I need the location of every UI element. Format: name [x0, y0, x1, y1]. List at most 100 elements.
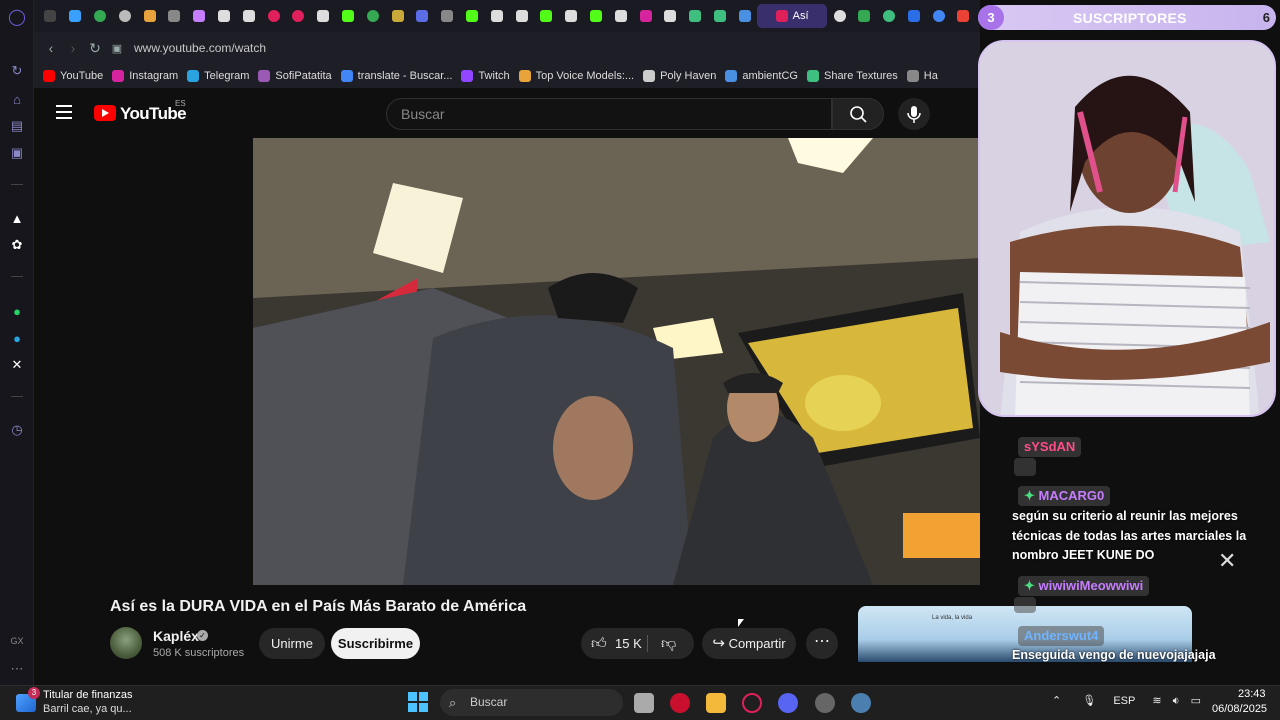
settings-gear-icon[interactable] — [851, 693, 871, 713]
tab-icon[interactable] — [827, 4, 852, 28]
tab-icon[interactable] — [658, 4, 683, 28]
news-title[interactable]: Titular de finanzas — [43, 689, 132, 701]
bookmark-item[interactable]: YouTube — [43, 70, 103, 82]
reload-icon[interactable]: ↻ — [84, 40, 106, 57]
like-count[interactable]: 15 K — [615, 628, 642, 659]
more-actions-button[interactable]: ⋯ — [806, 628, 838, 659]
hamburger-menu-icon[interactable] — [56, 105, 72, 119]
language-indicator[interactable]: ESP — [1113, 695, 1135, 707]
aria-ai-icon[interactable]: ▲ — [8, 209, 26, 227]
history-icon[interactable]: ◷ — [8, 421, 26, 439]
tab-icon[interactable] — [926, 4, 951, 28]
tab-icon[interactable] — [63, 4, 88, 28]
clock-time[interactable]: 23:43 — [1238, 688, 1266, 700]
tab-icon[interactable] — [534, 4, 559, 28]
bookmark-item[interactable]: SofiPatatita — [258, 70, 332, 82]
tab-icon[interactable] — [212, 4, 237, 28]
tab-active-youtube[interactable]: Así — [757, 4, 828, 28]
discord-icon[interactable] — [778, 693, 798, 713]
tab-icon[interactable] — [852, 4, 877, 28]
x-twitter-icon[interactable]: ✕ — [8, 356, 26, 374]
tab-icon[interactable] — [286, 4, 311, 28]
lock-icon: ▣ — [111, 42, 123, 55]
opera-gx-icon[interactable] — [742, 693, 762, 713]
tab-icon[interactable] — [410, 4, 435, 28]
bookmark-item[interactable]: Poly Haven — [643, 70, 716, 82]
tab-icon[interactable] — [509, 4, 534, 28]
chatgpt-icon[interactable]: ✿ — [8, 236, 26, 254]
search-button[interactable] — [832, 98, 884, 130]
video-player[interactable] — [253, 138, 980, 585]
refresh-circle-icon[interactable]: ↻ — [8, 62, 26, 80]
tab-icon[interactable] — [732, 4, 757, 28]
windows-start-icon[interactable] — [408, 692, 428, 712]
youtube-logo-icon[interactable] — [94, 105, 116, 121]
bookmark-item[interactable]: Ha — [906, 70, 938, 82]
app-icon[interactable] — [815, 693, 835, 713]
tab-icon[interactable] — [385, 4, 410, 28]
opera-icon[interactable] — [670, 693, 690, 713]
tab-icon[interactable] — [902, 4, 927, 28]
bookmark-item[interactable]: Twitch — [461, 70, 510, 82]
voice-search-button[interactable] — [898, 98, 930, 130]
tab-icon[interactable] — [951, 4, 976, 28]
tab-icon[interactable] — [137, 4, 162, 28]
bookmark-item[interactable]: Top Voice Models:... — [518, 70, 634, 82]
tab-icon[interactable] — [633, 4, 658, 28]
wifi-icon[interactable]: ≋ — [1152, 695, 1161, 707]
subscribe-button[interactable]: Suscribirme — [331, 628, 420, 659]
join-button[interactable]: Unirme — [259, 628, 325, 659]
tab-icon[interactable] — [584, 4, 609, 28]
tab-icon[interactable] — [460, 4, 485, 28]
tab-icon[interactable] — [608, 4, 633, 28]
tab-icon[interactable] — [360, 4, 385, 28]
gx-icon[interactable]: GX — [8, 632, 26, 650]
share-button[interactable]: ↪ Compartir — [702, 628, 796, 659]
tab-icon[interactable] — [88, 4, 113, 28]
tab-icon[interactable] — [38, 4, 63, 28]
tab-icon[interactable] — [261, 4, 286, 28]
tab-icon[interactable] — [162, 4, 187, 28]
channel-avatar[interactable] — [110, 627, 142, 659]
tab-icon[interactable] — [236, 4, 261, 28]
forward-icon[interactable]: › — [62, 40, 84, 56]
microphone-icon[interactable]: 🎙︎ — [1082, 695, 1096, 707]
tab-icon[interactable] — [435, 4, 460, 28]
battery-icon[interactable]: ▭ — [1191, 695, 1201, 707]
tab-icon[interactable] — [708, 4, 733, 28]
tab-icon[interactable] — [187, 4, 212, 28]
tab-icon[interactable] — [311, 4, 336, 28]
tab-icon[interactable] — [559, 4, 584, 28]
tab-icon[interactable] — [336, 4, 361, 28]
tab-icon[interactable] — [877, 4, 902, 28]
tab-icon[interactable] — [484, 4, 509, 28]
bookmark-item[interactable]: Telegram — [187, 70, 249, 82]
tab-icon[interactable] — [683, 4, 708, 28]
task-view-icon[interactable] — [634, 693, 654, 713]
url-field[interactable]: www.youtube.com/watch — [134, 41, 266, 55]
bag-icon[interactable]: ⌂ — [8, 90, 26, 108]
telegram-icon[interactable]: ● — [8, 329, 26, 347]
thumbs-up-icon[interactable]: 👍︎ — [591, 628, 607, 659]
opera-logo-icon[interactable]: ◯ — [8, 8, 26, 26]
twitch-icon[interactable]: ▤ — [8, 117, 26, 135]
bookmark-item[interactable]: translate - Buscar... — [340, 70, 452, 82]
file-explorer-icon[interactable] — [706, 693, 726, 713]
thumbs-down-icon[interactable]: 👎︎ — [661, 628, 676, 659]
more-dots-icon[interactable]: ⋯ — [8, 660, 26, 678]
volume-icon[interactable]: 🔉︎ — [1173, 695, 1180, 707]
tab-icon[interactable] — [112, 4, 137, 28]
whatsapp-icon[interactable]: ● — [8, 302, 26, 320]
news-subtitle[interactable]: Barril cae, ya qu... — [43, 703, 132, 715]
clock-date[interactable]: 06/08/2025 — [1212, 703, 1267, 715]
search-input[interactable]: Buscar — [386, 98, 832, 130]
messenger-icon[interactable]: ▣ — [8, 144, 26, 162]
back-icon[interactable]: ‹ — [40, 40, 62, 56]
taskbar-search[interactable]: ⌕ Buscar — [440, 689, 623, 716]
bookmark-item[interactable]: Instagram — [112, 70, 178, 82]
chevron-up-icon[interactable]: ⌃ — [1052, 695, 1061, 707]
bookmark-item[interactable]: Share Textures — [806, 70, 898, 82]
bookmark-item[interactable]: ambientCG — [725, 70, 798, 82]
verified-check-icon: ✓ — [197, 630, 208, 641]
channel-name[interactable]: Kapléx — [153, 628, 199, 644]
